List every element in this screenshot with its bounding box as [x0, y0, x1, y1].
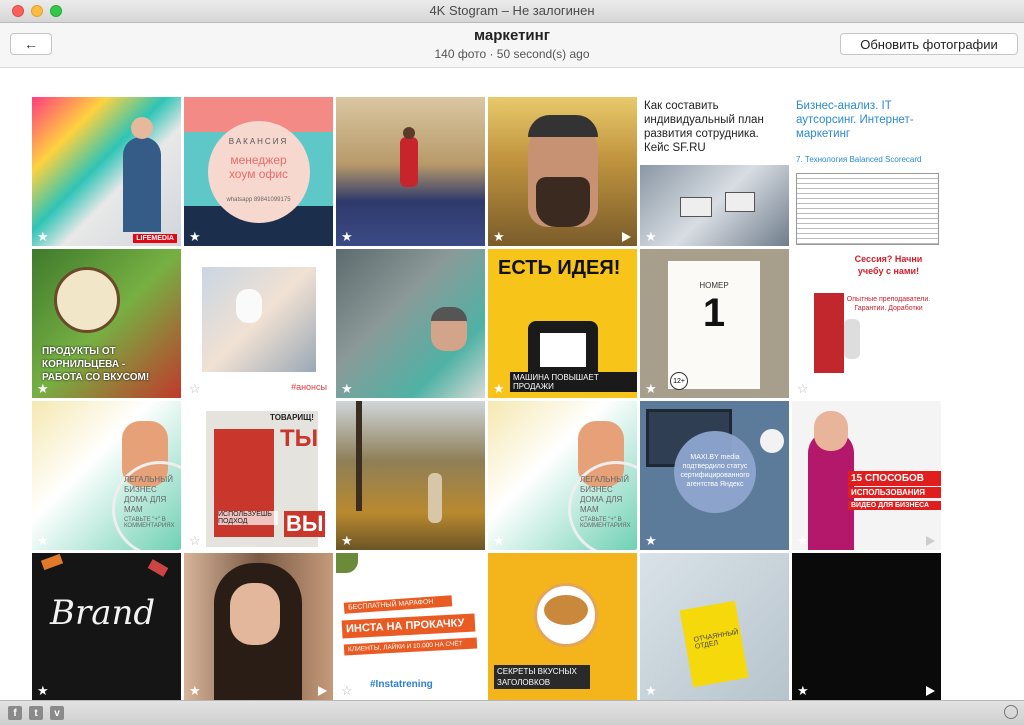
favorite-star-icon[interactable]: ★: [493, 382, 505, 395]
photo-tile[interactable]: Как составить индивидуальный план развит…: [640, 97, 789, 246]
favorite-star-icon[interactable]: ★: [189, 230, 201, 243]
favorite-star-icon[interactable]: ★: [37, 684, 49, 697]
tile-caption-quaternary: #Instatrening: [370, 679, 433, 690]
window-titlebar: 4K Stogram – Не залогинен: [0, 0, 1024, 23]
tile-caption-secondary: 1: [702, 291, 726, 335]
photo-tile[interactable]: ВАКАНСИЯ менеджер хоум офис whatsapp 898…: [184, 97, 333, 246]
favorite-star-icon[interactable]: ★: [645, 684, 657, 697]
photo-tile[interactable]: БЕСПЛАТНЫЙ МАРАФОН ИНСТА НА ПРОКАЧКУ КЛИ…: [336, 553, 485, 700]
bottom-bar: f t v: [0, 700, 1024, 725]
photo-tile[interactable]: MAXI.BY media подтвердило статус сертифи…: [640, 401, 789, 550]
tile-caption: Как составить индивидуальный план развит…: [644, 100, 764, 154]
video-play-icon: [926, 536, 935, 546]
favorite-star-icon[interactable]: ★: [341, 382, 353, 395]
photo-tile[interactable]: LIFEMEDIA ★: [32, 97, 181, 246]
facebook-icon[interactable]: f: [8, 706, 22, 720]
photo-tile[interactable]: ПРОДУКТЫ ОТ КОРНИЛЬЦЕВА - РАБОТА СО ВКУС…: [32, 249, 181, 398]
tile-caption-secondary: ТЫ: [280, 425, 319, 452]
tile-caption-secondary: МАШИНА ПОВЫШАЕТ ПРОДАЖИ: [510, 372, 637, 392]
tile-caption-tertiary: КЛИЕНТЫ, ЛАЙКИ И 10.000 НА СЧЁТ: [343, 637, 478, 656]
tile-caption: ЛЕГАЛЬНЫЙ БИЗНЕС ДОМА ДЛЯ МАМ: [580, 475, 630, 514]
tile-caption: LIFEMEDIA: [133, 234, 177, 243]
photo-tile[interactable]: ЛЕГАЛЬНЫЙ БИЗНЕС ДОМА ДЛЯ МАМ СТАВЬТЕ "+…: [32, 401, 181, 550]
photo-tile[interactable]: ЕСТЬ ИДЕЯ! МАШИНА ПОВЫШАЕТ ПРОДАЖИ ★: [488, 249, 637, 398]
photo-tile[interactable]: ★: [488, 97, 637, 246]
photo-tile[interactable]: НОМЕР 1 12+ ★: [640, 249, 789, 398]
photo-tile[interactable]: Бизнес-анализ. IT аутсорсинг. Интернет-м…: [792, 97, 941, 246]
favorite-star-icon[interactable]: ☆: [797, 382, 809, 395]
favorite-star-icon[interactable]: ★: [645, 534, 657, 547]
favorite-star-icon[interactable]: ★: [37, 230, 49, 243]
video-play-icon: [318, 686, 327, 696]
tile-caption-contact: whatsapp 89841099175: [226, 197, 291, 203]
tile-caption: ТОВАРИЩ!: [270, 413, 314, 422]
photo-tile[interactable]: ★: [792, 553, 941, 700]
video-play-icon: [926, 686, 935, 696]
photo-tile[interactable]: 15 СПОСОБОВ ИСПОЛЬЗОВАНИЯ ВИДЕО ДЛЯ БИЗН…: [792, 401, 941, 550]
tile-caption: НОМЕР: [699, 281, 729, 290]
header: ← маркетинг 140 фото · 50 second(s) ago …: [0, 23, 1024, 68]
favorite-star-icon[interactable]: ★: [37, 534, 49, 547]
tile-caption: 15 СПОСОБОВ: [848, 471, 941, 486]
window-title: 4K Stogram – Не залогинен: [429, 3, 595, 18]
photo-tile[interactable]: ★: [336, 249, 485, 398]
video-play-icon: [622, 232, 631, 242]
favorite-star-icon[interactable]: ★: [645, 382, 657, 395]
globe-icon[interactable]: [1004, 705, 1018, 719]
age-rating-badge: 12+: [670, 372, 688, 390]
favorite-star-icon[interactable]: ☆: [189, 382, 201, 395]
tile-caption: ЕСТЬ ИДЕЯ!: [498, 257, 621, 279]
vimeo-icon[interactable]: v: [50, 706, 64, 720]
photo-tile[interactable]: Brand ★: [32, 553, 181, 700]
favorite-star-icon[interactable]: ★: [37, 382, 49, 395]
tile-caption: ПРОДУКТЫ ОТ КОРНИЛЬЦЕВА - РАБОТА СО ВКУС…: [42, 346, 150, 383]
favorite-star-icon[interactable]: ☆: [341, 684, 353, 697]
twitter-icon[interactable]: t: [29, 706, 43, 720]
favorite-star-icon[interactable]: ☆: [189, 534, 201, 547]
tile-caption-secondary: 7. Технология Balanced Scorecard: [796, 155, 922, 164]
photo-tile[interactable]: ★: [184, 553, 333, 700]
tile-caption: #анонсы: [291, 382, 327, 392]
photo-tile[interactable]: #анонсы ☆: [184, 249, 333, 398]
favorite-star-icon[interactable]: ★: [797, 534, 809, 547]
favorite-star-icon[interactable]: ★: [797, 684, 809, 697]
tile-caption: Бизнес-анализ. IT аутсорсинг. Интернет-м…: [796, 100, 914, 140]
tile-caption: СЕКРЕТЫ ВКУСНЫХ ЗАГОЛОВКОВ: [494, 665, 590, 689]
photo-tile[interactable]: ★: [336, 97, 485, 246]
tile-caption-secondary: СТАВЬТЕ "+" В КОММЕНТАРИЯХ: [124, 517, 175, 529]
favorite-star-icon[interactable]: ★: [493, 534, 505, 547]
tile-caption-tertiary: ВИДЕО ДЛЯ БИЗНЕСА: [848, 501, 941, 510]
tile-caption: MAXI.BY media подтвердило статус сертифи…: [680, 454, 750, 488]
tile-caption: Brand: [50, 593, 156, 633]
photo-tile[interactable]: ЛЕГАЛЬНЫЙ БИЗНЕС ДОМА ДЛЯ МАМ СТАВЬТЕ "+…: [488, 401, 637, 550]
tile-caption: ВАКАНСИЯ: [228, 137, 289, 146]
tile-caption-secondary: ИСПОЛЬЗОВАНИЯ: [848, 487, 941, 498]
photo-tile[interactable]: Сессия? Начни учебу с нами! Опытные преп…: [792, 249, 941, 398]
favorite-star-icon[interactable]: ★: [341, 534, 353, 547]
tile-caption: Сессия? Начни учебу с нами!: [854, 254, 923, 276]
favorite-star-icon[interactable]: ★: [341, 230, 353, 243]
tile-caption-secondary: менеджер хоум офис: [228, 153, 289, 181]
favorite-star-icon[interactable]: ★: [189, 684, 201, 697]
tile-caption-tertiary: ИСПОЛЬЗУЕШЬ ПОДХОД: [218, 511, 278, 525]
favorite-star-icon[interactable]: ★: [493, 230, 505, 243]
photo-tile[interactable]: СЕКРЕТЫ ВКУСНЫХ ЗАГОЛОВКОВ: [488, 553, 637, 700]
tile-caption-secondary: ИНСТА НА ПРОКАЧКУ: [341, 613, 476, 639]
refresh-photos-button[interactable]: Обновить фотографии: [840, 33, 1018, 55]
tile-caption-secondary: Опытные преподаватели. Гарантии. Доработ…: [846, 296, 931, 312]
tile-caption-secondary: СТАВЬТЕ "+" В КОММЕНТАРИЯХ: [580, 517, 631, 529]
tile-caption: БЕСПЛАТНЫЙ МАРАФОН: [343, 595, 453, 614]
photo-tile[interactable]: ТОВАРИЩ! ТЫ ИСПОЛЬЗУЕШЬ ПОДХОД ВЫ ☆: [184, 401, 333, 550]
favorite-star-icon[interactable]: ★: [645, 230, 657, 243]
tile-caption: ЛЕГАЛЬНЫЙ БИЗНЕС ДОМА ДЛЯ МАМ: [124, 475, 174, 514]
photo-tile[interactable]: ★: [336, 401, 485, 550]
photo-tile[interactable]: ОТЧАЯННЫЙ ОТДЕЛ ★: [640, 553, 789, 700]
tile-caption-quaternary: ВЫ: [284, 511, 326, 537]
